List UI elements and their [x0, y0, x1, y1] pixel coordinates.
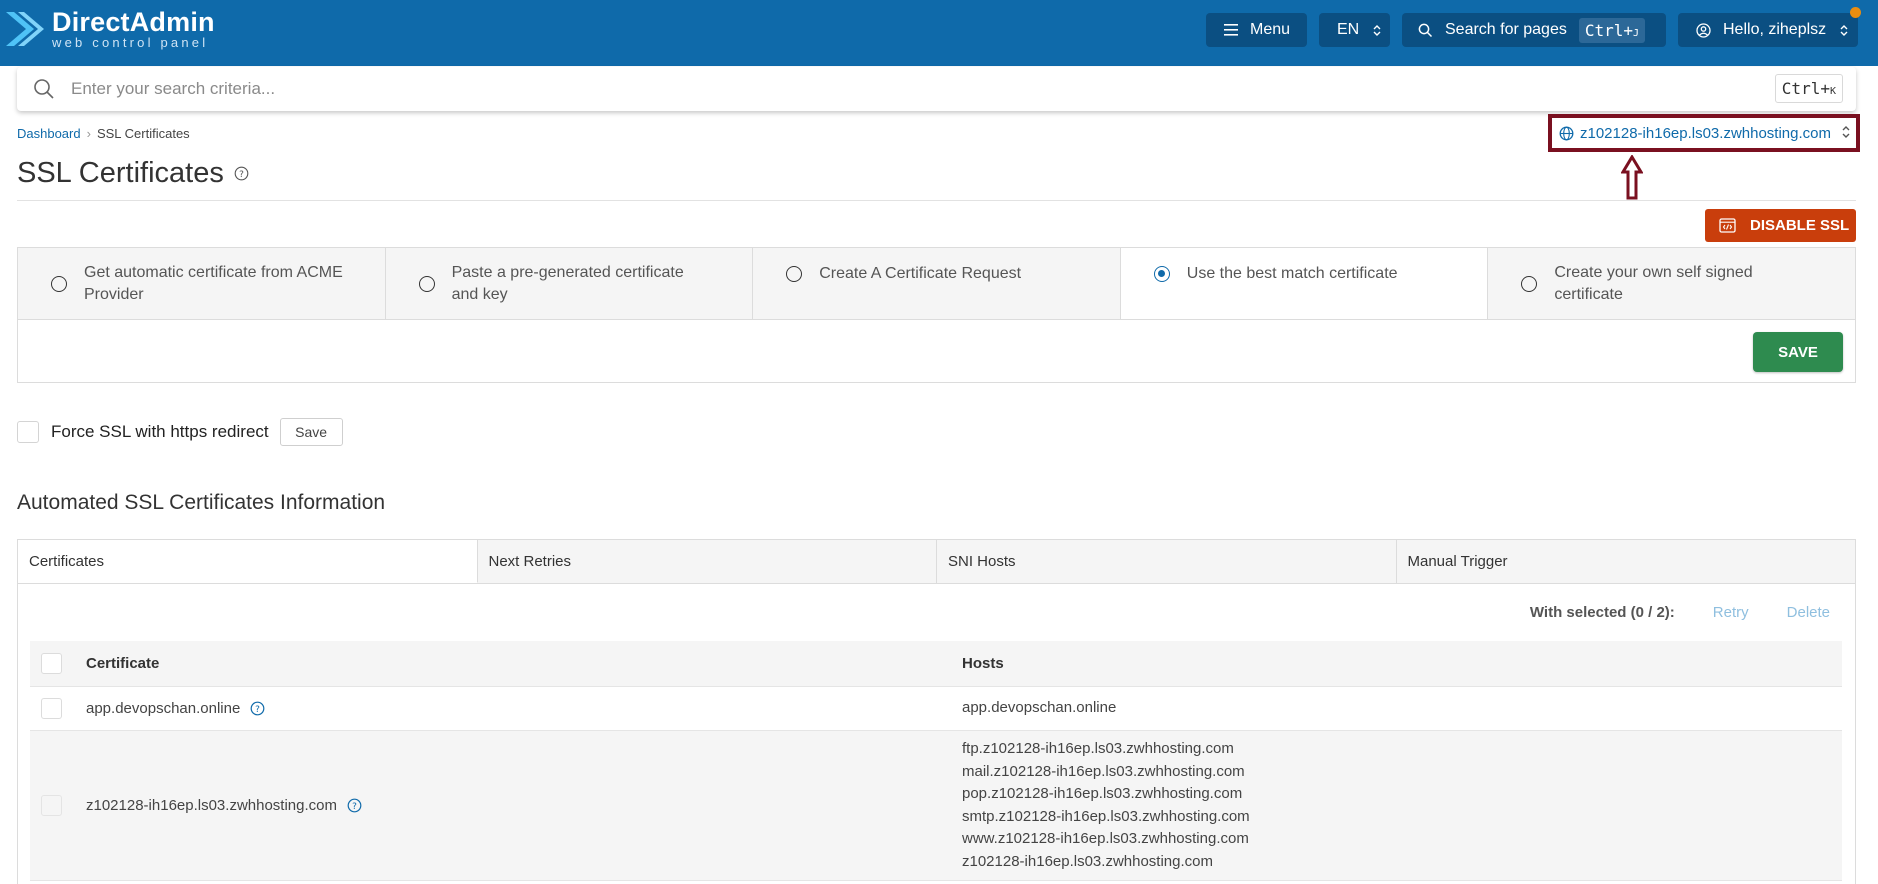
domain-selector-value: z102128-ih16ep.ls03.zwhhosting.com [1580, 124, 1831, 142]
option-acme[interactable]: Get automatic certificate from ACME Prov… [18, 248, 386, 319]
global-search-shortcut: Ctrl+K [1774, 74, 1843, 103]
tab-certificates[interactable]: Certificates [18, 540, 478, 583]
tab-next-retries[interactable]: Next Retries [477, 540, 937, 583]
radio-best-match[interactable] [1153, 266, 1170, 282]
directadmin-logo-icon [6, 12, 44, 46]
host-item: smtp.z102128-ih16ep.ls03.zwhhosting.com [962, 807, 1250, 825]
option-best-match[interactable]: Use the best match certificate [1120, 248, 1489, 319]
radio-self-signed[interactable] [1521, 275, 1538, 292]
table-row: z102128-ih16ep.ls03.zwhhosting.com ? ftp… [30, 731, 1842, 881]
host-item: ftp.z102128-ih16ep.ls03.zwhhosting.com [962, 740, 1234, 757]
automated-section-title: Automated SSL Certificates Information [17, 491, 386, 514]
svg-text:?: ? [239, 170, 244, 180]
hamburger-icon [1224, 24, 1238, 36]
header-certificate: Certificate [86, 655, 160, 672]
user-icon [1696, 22, 1711, 38]
certificates-tab-content: With selected (0 / 2): Retry Delete Cert… [17, 584, 1856, 884]
row-checkbox[interactable] [41, 698, 62, 719]
tab-sni-hosts[interactable]: SNI Hosts [937, 540, 1397, 583]
globe-icon [1559, 126, 1574, 141]
automated-tabs: Certificates Next Retries SNI Hosts Manu… [17, 539, 1856, 584]
radio-paste-certificate[interactable] [418, 275, 435, 292]
help-icon[interactable]: ? [250, 701, 265, 716]
breadcrumb-dashboard-link[interactable]: Dashboard [17, 126, 81, 141]
row-checkbox[interactable] [41, 795, 62, 816]
code-window-icon [1719, 218, 1736, 233]
search-icon [1418, 23, 1433, 38]
option-certificate-request-label: Create A Certificate Request [819, 265, 1022, 282]
option-paste-certificate-label: Paste a pre-generated certificate and ke… [451, 263, 684, 303]
force-ssl-save-button[interactable]: Save [279, 418, 343, 446]
force-ssl-label: Force SSL with https redirect [51, 422, 269, 441]
delete-button[interactable]: Delete [1787, 604, 1830, 621]
option-best-match-label: Use the best match certificate [1186, 265, 1398, 282]
disable-ssl-label: DISABLE SSL [1750, 217, 1850, 234]
force-ssl-checkbox[interactable] [17, 421, 39, 443]
global-search-input[interactable] [71, 79, 1671, 99]
host-item: app.devopschan.online [962, 699, 1117, 717]
breadcrumb: Dashboard › SSL Certificates [17, 126, 190, 141]
chevron-right-icon: › [86, 126, 91, 141]
language-selector[interactable]: EN [1319, 13, 1390, 47]
hosts-list: ftp.z102128-ih16ep.ls03.zwhhosting.com m… [962, 738, 1842, 873]
host-item: www.z102128-ih16ep.ls03.zwhhosting.com [962, 830, 1249, 847]
certificates-table: Certificate Hosts app.devopschan.online … [30, 641, 1842, 881]
option-certificate-request[interactable]: Create A Certificate Request [753, 248, 1121, 319]
title-divider [17, 200, 1856, 201]
search-icon [33, 78, 55, 100]
search-pages-button[interactable]: Search for pages Ctrl+J [1402, 13, 1666, 47]
logo-name: DirectAdmin [52, 7, 215, 37]
search-pages-label: Search for pages [1445, 21, 1567, 38]
header-hosts: Hosts [962, 655, 1004, 672]
svg-text:?: ? [255, 705, 260, 715]
breadcrumb-current: SSL Certificates [96, 126, 190, 141]
language-value: EN [1337, 21, 1360, 38]
save-button[interactable]: SAVE [1753, 332, 1843, 372]
radio-acme[interactable] [51, 275, 67, 292]
host-item: mail.z102128-ih16ep.ls03.zwhhosting.com [962, 762, 1245, 780]
option-self-signed-label: Create your own self signed certificate [1554, 263, 1753, 303]
chevron-updown-icon [1842, 125, 1850, 144]
certificate-options-panel: Get automatic certificate from ACME Prov… [17, 247, 1856, 383]
user-menu-button[interactable]: Hello, ziheplsz [1678, 13, 1858, 47]
tab-manual-trigger[interactable]: Manual Trigger [1396, 540, 1855, 583]
host-item: pop.z102128-ih16ep.ls03.zwhhosting.com [962, 785, 1243, 802]
option-paste-certificate[interactable]: Paste a pre-generated certificate and ke… [385, 248, 754, 319]
logo[interactable]: DirectAdmin web control panel [4, 8, 215, 50]
search-pages-shortcut: Ctrl+J [1578, 17, 1646, 43]
help-icon[interactable]: ? [234, 166, 249, 181]
retry-button[interactable]: Retry [1713, 604, 1749, 621]
with-selected-label: With selected (0 / 2): [1529, 604, 1675, 621]
logo-subtitle: web control panel [52, 35, 209, 50]
chevron-updown-icon [1840, 24, 1848, 37]
option-self-signed[interactable]: Create your own self signed certificate [1488, 248, 1855, 319]
menu-label: Menu [1250, 21, 1291, 38]
force-ssl-row: Force SSL with https redirect Save [17, 418, 343, 446]
select-all-checkbox[interactable] [41, 653, 62, 674]
top-header: DirectAdmin web control panel Menu EN Se… [0, 0, 1878, 66]
global-search-bar: Ctrl+K [17, 67, 1856, 111]
hosts-list: app.devopschan.online [962, 697, 1842, 720]
radio-certificate-request[interactable] [786, 266, 803, 282]
host-item: z102128-ih16ep.ls03.zwhhosting.com [962, 852, 1213, 870]
domain-selector[interactable]: z102128-ih16ep.ls03.zwhhosting.com [1548, 114, 1860, 152]
help-icon[interactable]: ? [347, 798, 362, 813]
certificate-name: app.devopschan.online [86, 700, 241, 717]
option-acme-label: Get automatic certificate from ACME Prov… [84, 263, 343, 303]
page-title-text: SSL Certificates [17, 157, 224, 189]
table-header: Certificate Hosts [30, 641, 1842, 687]
notification-dot [1850, 7, 1861, 18]
table-row: app.devopschan.online ? app.devopschan.o… [30, 687, 1842, 731]
page-title: SSL Certificates ? [17, 157, 249, 190]
highlight-arrow-icon [1621, 155, 1643, 200]
svg-text:?: ? [352, 802, 357, 812]
bulk-actions: With selected (0 / 2): Retry Delete [1530, 604, 1830, 621]
user-greeting: Hello, ziheplsz [1723, 21, 1827, 38]
certificate-name: z102128-ih16ep.ls03.zwhhosting.com [86, 797, 337, 814]
menu-button[interactable]: Menu [1206, 13, 1307, 47]
chevron-updown-icon [1373, 24, 1381, 37]
disable-ssl-button[interactable]: DISABLE SSL [1705, 209, 1856, 242]
